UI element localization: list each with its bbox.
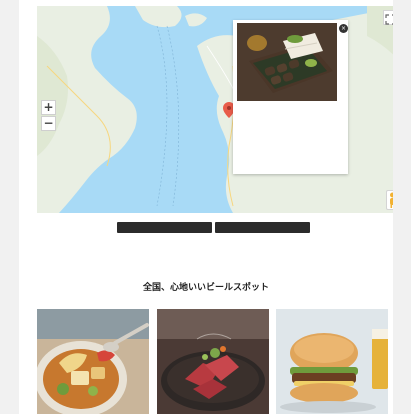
page: + − × 全国、心地いいビールスポット xyxy=(19,0,393,414)
street-view-button[interactable] xyxy=(386,190,393,210)
next-spot-button[interactable] xyxy=(215,222,310,233)
fullscreen-icon xyxy=(385,14,393,25)
popup-more-link[interactable] xyxy=(271,153,311,161)
popup-food-image xyxy=(237,23,337,101)
spot-card[interactable] xyxy=(157,309,269,414)
popup-title[interactable] xyxy=(240,105,343,119)
zoom-out-button[interactable]: − xyxy=(41,116,56,131)
map-info-popup: × xyxy=(233,20,348,174)
pegman-icon xyxy=(390,192,393,208)
section-title: 全国、心地いいビールスポット xyxy=(142,283,269,293)
burger-and-beer-photo xyxy=(276,309,388,414)
popup-description xyxy=(240,121,343,143)
spot-card[interactable] xyxy=(37,309,149,414)
popup-close-button[interactable]: × xyxy=(339,24,348,33)
seared-tuna-dish-photo xyxy=(157,309,269,414)
spot-card[interactable] xyxy=(276,309,388,414)
fullscreen-button[interactable] xyxy=(383,10,393,25)
prev-spot-button[interactable] xyxy=(117,222,212,233)
zoom-in-button[interactable]: + xyxy=(41,100,56,115)
stew-with-vegetables-photo xyxy=(37,309,149,414)
